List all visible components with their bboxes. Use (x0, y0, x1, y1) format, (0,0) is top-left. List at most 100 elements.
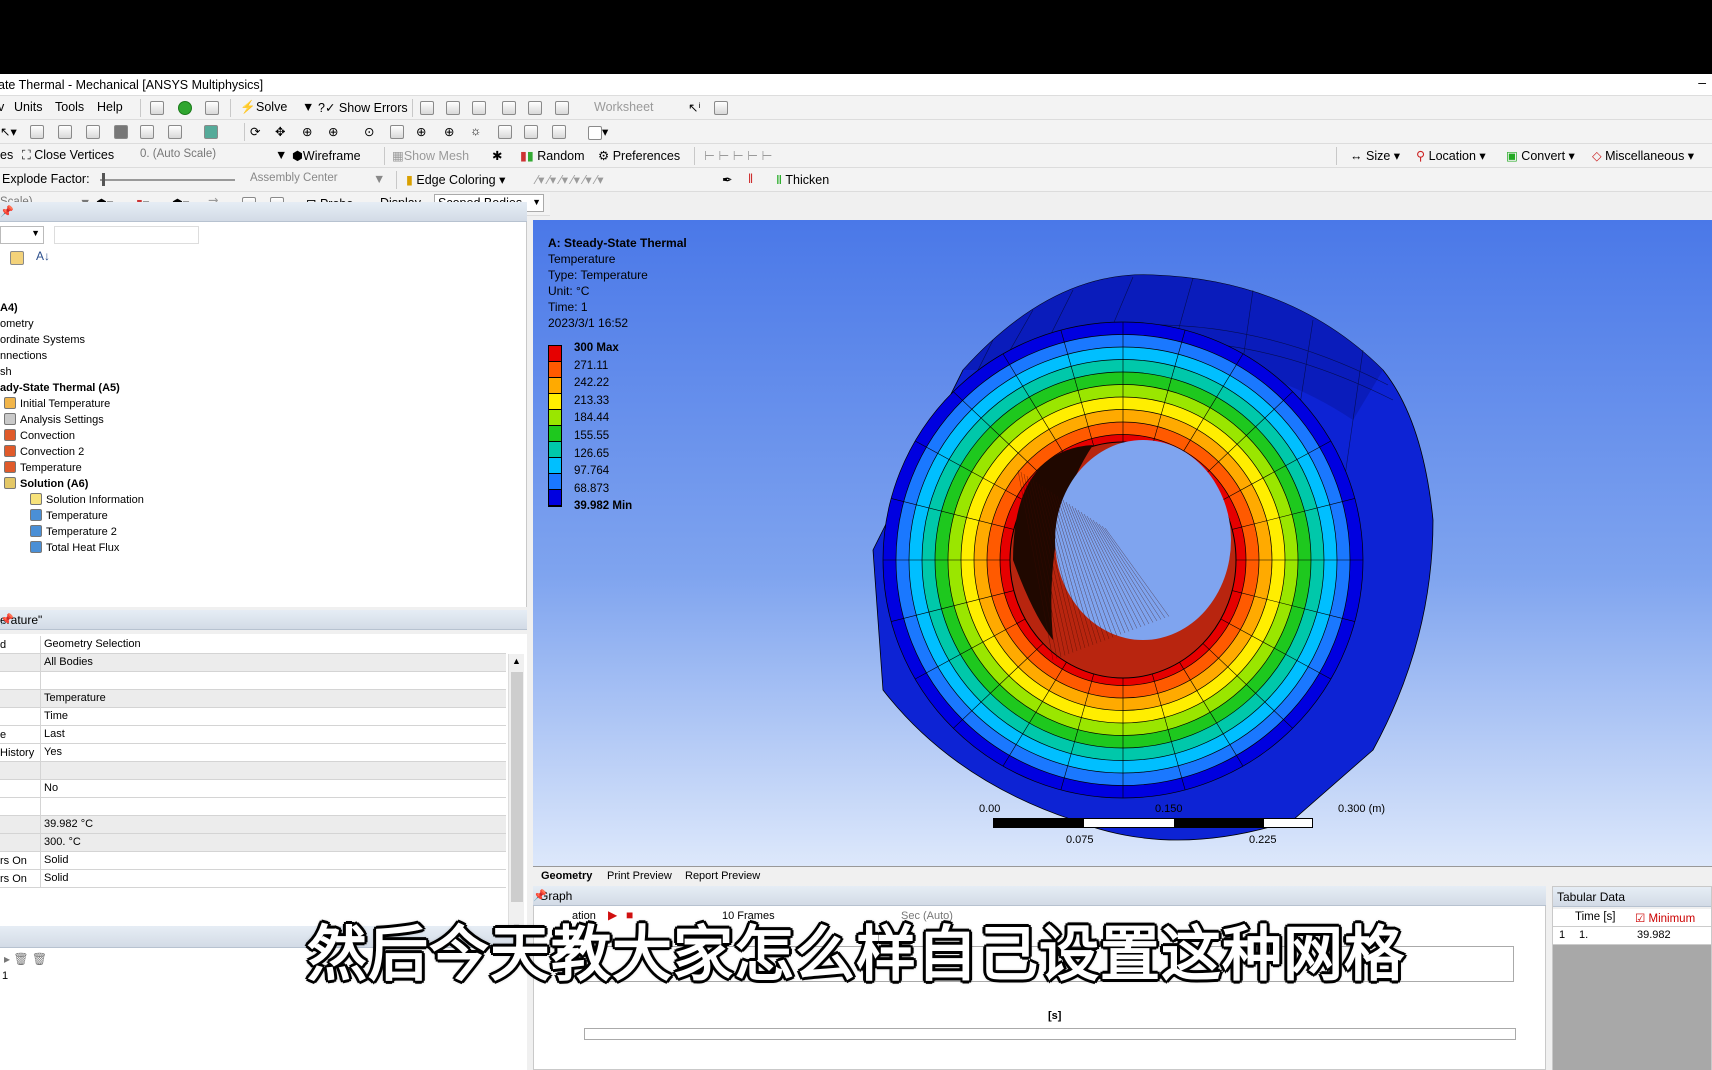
view-icon[interactable] (498, 124, 512, 139)
view-3-icon[interactable] (552, 124, 566, 139)
location-button[interactable]: ⚲ Location ▾ (1416, 148, 1486, 163)
thick-edge-icon[interactable]: ǁ (748, 172, 753, 186)
tree-item[interactable]: Temperature (0, 460, 144, 476)
edge-coloring-button[interactable]: ▮ Edge Coloring ▾ (406, 172, 505, 187)
extend-icon[interactable] (204, 124, 218, 139)
viewport-layout-icon[interactable]: ▾ (588, 124, 608, 140)
details-row[interactable] (0, 672, 506, 690)
details-row[interactable]: 39.982 °C (0, 816, 506, 834)
tree-item[interactable]: nnections (0, 348, 144, 364)
command-icon[interactable] (150, 100, 164, 115)
details-row[interactable]: All Bodies (0, 654, 506, 672)
assembly-center-combo[interactable]: Assembly Center (250, 172, 338, 184)
pan-icon[interactable]: ✥ (275, 124, 285, 139)
details-row[interactable]: 300. °C (0, 834, 506, 852)
details-row[interactable] (0, 762, 506, 780)
explode-slider[interactable] (100, 179, 235, 181)
random-button[interactable]: ▮▮ Random (520, 148, 585, 163)
worksheet-button[interactable]: Worksheet (594, 100, 654, 114)
tree-item[interactable]: Solution Information (0, 492, 144, 508)
tree-item[interactable]: Initial Temperature (0, 396, 144, 412)
convert-button[interactable]: ▣ Convert ▾ (1506, 148, 1575, 163)
select-body-icon[interactable] (114, 124, 128, 139)
tree-item[interactable]: Convection (0, 428, 144, 444)
filter-combo[interactable]: ▼ (0, 226, 44, 244)
edge-style-icons[interactable]: ⁄▾ ⁄▾ ⁄▾ ⁄▾ ⁄▾ ⁄▾ (536, 172, 604, 187)
tag-icon[interactable] (714, 100, 728, 115)
tree-item[interactable]: Total Heat Flux (0, 540, 144, 556)
tree-item[interactable]: ady-State Thermal (A5) (0, 380, 144, 396)
dimension-icons[interactable]: ⊢ ⊢ ⊢ ⊢ ⊢ (704, 148, 772, 163)
select-cursor-icon[interactable]: ↖▾ (0, 124, 17, 139)
tab-print-preview[interactable]: Print Preview (607, 870, 672, 882)
magnifier-icon[interactable]: ⊕ (416, 124, 426, 139)
details-row[interactable]: Time (0, 708, 506, 726)
close-vertices-button[interactable]: ⛶ Close Vertices (22, 148, 114, 163)
tree-item[interactable]: Temperature (0, 508, 144, 524)
details-row[interactable]: No (0, 780, 506, 798)
details-row[interactable]: Temperature (0, 690, 506, 708)
thin-edge-icon[interactable]: ✒ (722, 172, 732, 187)
search-field[interactable] (54, 226, 199, 244)
expand-icon[interactable] (10, 250, 24, 265)
preferences-button[interactable]: ⚙ Preferences (598, 148, 680, 163)
details-scrollbar[interactable]: ▲▼ (508, 654, 524, 934)
zoom-fit-icon[interactable]: ⊙ (364, 124, 374, 139)
tree-item[interactable]: Temperature 2 (0, 524, 144, 540)
toolbar-icon-c[interactable] (472, 100, 486, 115)
show-mesh-button[interactable]: ▦Show Mesh (392, 148, 469, 163)
zoom-window-icon[interactable] (390, 124, 404, 139)
tree-item[interactable]: ometry (0, 316, 144, 332)
toolbar-icon-d[interactable] (502, 100, 516, 115)
menu-tools[interactable]: Tools (55, 100, 84, 114)
pin-icon[interactable]: 📌 (0, 613, 521, 626)
solve-dropdown-icon[interactable]: ▼ (302, 100, 314, 114)
time-slider[interactable] (584, 1028, 1516, 1040)
wireframe-button[interactable]: ⬢Wireframe (292, 148, 361, 163)
graphics-viewport[interactable]: A: Steady-State Thermal Temperature Type… (533, 220, 1712, 866)
thicken-button[interactable]: Ⅱ Thicken (776, 172, 829, 187)
details-row[interactable] (0, 798, 506, 816)
miscellaneous-button[interactable]: ◇ Miscellaneous ▾ (1592, 148, 1694, 163)
iso-icon[interactable]: ☼ (470, 124, 481, 138)
view-2-icon[interactable] (524, 124, 538, 139)
menu-help[interactable]: Help (97, 100, 123, 114)
tree-item[interactable]: sh (0, 364, 144, 380)
scale-combo[interactable]: 0. (Auto Scale) (140, 148, 216, 160)
check-icon[interactable] (178, 100, 192, 115)
solve-button[interactable]: Solve (256, 100, 287, 114)
minimize-icon[interactable]: – (1698, 74, 1706, 90)
toolbar-icon-a[interactable] (420, 100, 434, 115)
tree-item[interactable]: Analysis Settings (0, 412, 144, 428)
zoom-box-icon[interactable]: ⊕ (328, 124, 338, 139)
tree-item[interactable]: A4) (0, 300, 144, 316)
pin-icon[interactable]: 📌 (533, 889, 1540, 902)
toolbar-icon-b[interactable] (446, 100, 460, 115)
annotation-icon[interactable] (528, 100, 542, 115)
select-icon-6[interactable] (168, 124, 182, 139)
image-icon[interactable] (555, 100, 569, 115)
explode-slider-thumb[interactable] (102, 173, 105, 186)
tab-geometry[interactable]: Geometry (541, 870, 592, 882)
select-icon-5[interactable] (140, 124, 154, 139)
pin-icon[interactable]: 📌 (0, 205, 521, 218)
cursor-info-icon[interactable]: ↖ⁱ (688, 100, 701, 115)
details-row[interactable]: d Geometry Selection (0, 636, 506, 654)
select-mode-icon-3[interactable] (86, 124, 100, 139)
show-errors-button[interactable]: ?✓ Show Errors (318, 100, 408, 115)
details-row[interactable]: rs On Solid (0, 852, 506, 870)
magnifier-2-icon[interactable]: ⊕ (444, 124, 454, 139)
tab-report-preview[interactable]: Report Preview (685, 870, 760, 882)
tree-icon[interactable] (205, 100, 219, 115)
tree-item[interactable]: ordinate Systems (0, 332, 144, 348)
select-mode-icon-2[interactable] (58, 124, 72, 139)
details-row[interactable]: e Last (0, 726, 506, 744)
random-colors-icon[interactable]: ✱ (492, 148, 502, 163)
size-button[interactable]: ↔ Size ▾ (1350, 148, 1400, 163)
select-mode-icon-1[interactable] (30, 124, 44, 139)
rotate-icon[interactable]: ⟳ (250, 124, 260, 139)
tree-item[interactable]: Convection 2 (0, 444, 144, 460)
sort-icon[interactable]: A↓ (36, 249, 50, 263)
details-row[interactable]: History Yes (0, 744, 506, 762)
tree-item[interactable]: Solution (A6) (0, 476, 144, 492)
